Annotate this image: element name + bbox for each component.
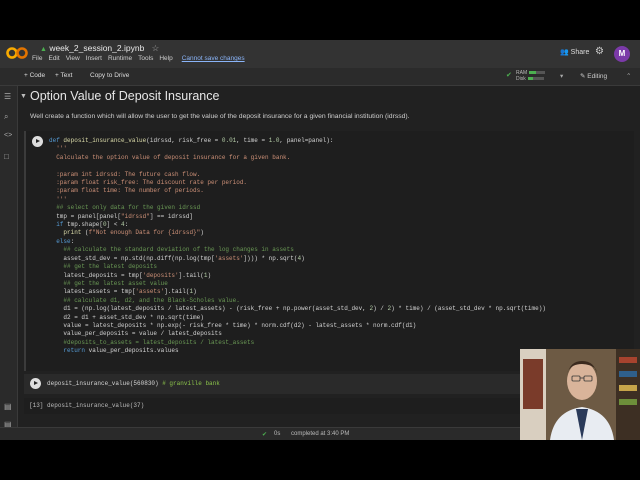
code-line-18: latest_assets = tmp['assets'].tail(1) xyxy=(49,288,197,296)
editing-label: Editing xyxy=(587,73,608,80)
code-line-1: def deposit_insurance_value(idrssd, risk… xyxy=(49,137,334,144)
code-line-20: d1 = (np.log(latest_deposits / latest_as… xyxy=(49,305,546,313)
add-text-button[interactable]: + Text xyxy=(55,72,72,79)
status-duration: 0s xyxy=(274,431,281,437)
section-collapse-icon[interactable]: ▼ xyxy=(20,93,27,100)
cell-code[interactable]: deposit_insurance_value(560830) # granvi… xyxy=(47,380,220,387)
collapse-icon[interactable]: ⌃ xyxy=(626,72,631,80)
menu-insert[interactable]: Insert xyxy=(86,55,102,62)
add-code-button[interactable]: + Code xyxy=(24,72,45,79)
copy-to-drive-button[interactable]: Copy to Drive xyxy=(90,72,129,79)
menu-icon[interactable]: ☰ xyxy=(4,92,11,101)
code-line-25: return value_per_deposits.values xyxy=(63,347,179,355)
execution-count: [13] xyxy=(29,402,44,409)
ram-bar xyxy=(529,71,546,75)
call-comment: # granville bank xyxy=(162,380,220,387)
ram-disk-indicator[interactable]: RAM Disk xyxy=(516,70,546,82)
folder-icon[interactable]: □ xyxy=(4,152,9,161)
code-line-6: :param float time: The number of periods… xyxy=(49,187,204,195)
code-line-9: tmp = panel[panel["idrssd"] == idrssd] xyxy=(49,212,194,220)
menu-edit[interactable]: Edit xyxy=(48,55,59,62)
code-line-14: asset_std_dev = np.std(np.diff(np.log(tm… xyxy=(49,254,305,262)
run-cell-button[interactable] xyxy=(32,136,43,147)
terminal-icon[interactable]: ▤ xyxy=(4,402,12,411)
run-cell-button[interactable] xyxy=(30,378,41,389)
chevron-down-icon[interactable]: ▾ xyxy=(560,72,563,80)
code-line-3: Calculate the option value of deposit in… xyxy=(49,153,291,161)
call-code: deposit_insurance_value(37) xyxy=(47,402,145,409)
code-cell-executed[interactable]: [13] deposit_insurance_value(37) xyxy=(24,398,520,414)
unsaved-note[interactable]: Cannot save changes xyxy=(182,55,245,62)
notebook-title[interactable]: week_2_session_2.ipynb xyxy=(49,43,144,53)
drive-file-icon: ▲ xyxy=(40,46,47,53)
left-sidebar: ☰ ⌕ <> □ ▤ ▤ xyxy=(0,86,18,440)
code-editor[interactable]: def deposit_insurance_value(idrssd, risk… xyxy=(49,137,546,356)
code-line-23: value_per_deposits = value / latest_depo… xyxy=(49,330,222,338)
code-line-11: print (f"Not enough Data for {idrssd}") xyxy=(63,229,204,237)
notebook-title-row: ▲ week_2_session_2.ipynb ☆ xyxy=(40,43,159,54)
menu-bar: File Edit View Insert Runtime Tools Help Cannot… xyxy=(32,55,251,62)
menu-tools[interactable]: Tools xyxy=(138,55,153,62)
code-line-5: :param float risk_free: The discount rat… xyxy=(49,179,248,187)
code-line-4: :param int idrssd: The future cash flow. xyxy=(49,170,201,178)
code-line-21: d2 = d1 + asset_std_dev * np.sqrt(time) xyxy=(49,313,204,321)
gear-icon[interactable]: ⚙ xyxy=(595,46,604,57)
code-line-24: #deposits_to_assets = latest_deposits / … xyxy=(49,338,255,346)
share-button[interactable]: 👥 Share xyxy=(560,48,589,56)
code-cell-call[interactable]: deposit_insurance_value(560830) # granvi… xyxy=(24,374,520,394)
code-line-16: latest_deposits = tmp['deposits'].tail(1… xyxy=(49,271,212,279)
check-icon: ✔ xyxy=(262,432,268,438)
code-line-17: ## get the latest asset value xyxy=(49,279,168,287)
presenter-video xyxy=(520,349,640,440)
check-icon: ✔ xyxy=(506,72,512,79)
call-code: deposit_insurance_value(560830) xyxy=(47,380,159,387)
menu-view[interactable]: View xyxy=(66,55,80,62)
status-message: completed at 3:40 PM xyxy=(291,431,350,437)
star-icon[interactable]: ☆ xyxy=(152,43,160,53)
colab-logo[interactable] xyxy=(6,46,28,60)
code-line-22: value = latest_deposits * np.exp(- risk_… xyxy=(49,321,417,329)
toolbar: + Code + Text Copy to Drive ✔ RAM Disk ▾… xyxy=(0,68,640,86)
section-title: Option Value of Deposit Insurance xyxy=(30,89,220,103)
top-bar: ▲ week_2_session_2.ipynb ☆ File Edit View I… xyxy=(0,40,640,68)
code-line-7: ''' xyxy=(49,195,68,203)
share-icon: 👥 xyxy=(560,49,569,56)
code-cell-function[interactable]: def deposit_insurance_value(idrssd, risk… xyxy=(24,131,634,371)
code-line-10: if tmp.shape[0] < 4: xyxy=(56,221,129,229)
disk-bar xyxy=(527,77,544,81)
share-label: Share xyxy=(570,49,590,56)
code-line-15: ## get the latest deposits xyxy=(49,263,158,271)
menu-help[interactable]: Help xyxy=(159,55,172,62)
editing-indicator[interactable]: ✎ Editing xyxy=(580,72,607,80)
avatar[interactable]: M xyxy=(614,46,630,62)
code-line-2: ''' xyxy=(49,145,68,153)
disk-label: Disk xyxy=(516,76,526,82)
pencil-icon: ✎ xyxy=(580,73,586,80)
code-line-19: ## calculate d1, d2, and the Black-Schol… xyxy=(49,296,240,304)
section-description: Well create a function which will allow … xyxy=(30,113,410,120)
code-line-12: else: xyxy=(56,237,75,245)
code-line-8: ## select only data for the given idrssd xyxy=(49,204,201,212)
menu-runtime[interactable]: Runtime xyxy=(108,55,132,62)
code-line-13: ## calculate the standard deviation of t… xyxy=(49,246,294,254)
code-brackets-icon[interactable]: <> xyxy=(4,132,12,139)
webcam-overlay xyxy=(520,349,640,440)
cell-code[interactable]: [13] deposit_insurance_value(37) xyxy=(29,402,144,409)
search-icon[interactable]: ⌕ xyxy=(4,112,8,122)
menu-file[interactable]: File xyxy=(32,55,42,62)
